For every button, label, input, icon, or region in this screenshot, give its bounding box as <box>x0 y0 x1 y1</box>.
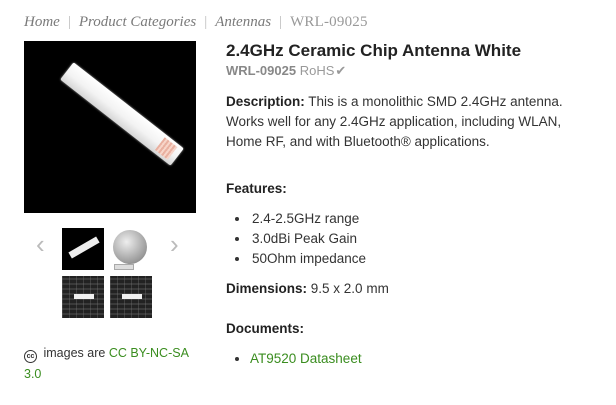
breadcrumb-separator: | <box>204 14 208 30</box>
breadcrumb-home[interactable]: Home <box>24 14 60 30</box>
thumbnail-3[interactable] <box>62 276 104 318</box>
breadcrumb-separator: | <box>279 14 283 30</box>
documents-heading: Documents: <box>226 321 305 336</box>
chip-pad <box>154 137 178 160</box>
dimensions-label: Dimensions: <box>226 281 308 296</box>
thumbnail-chip <box>114 264 134 270</box>
feature-item: 3.0dBi Peak Gain <box>250 229 366 249</box>
sku-line: WRL-09025 RoHS✔ <box>226 63 346 79</box>
thumbnail-next-arrow-icon[interactable]: › <box>170 231 179 257</box>
description-label: Description: <box>226 94 305 109</box>
document-item: AT9520 Datasheet <box>250 349 362 369</box>
license-prefix: images are <box>43 346 106 360</box>
thumbnail-chip <box>122 294 142 299</box>
creative-commons-icon: cc <box>24 350 37 363</box>
thumbnail-2[interactable] <box>110 228 152 270</box>
thumbnail-prev-arrow-icon[interactable]: ‹ <box>36 231 45 257</box>
product-main-image[interactable] <box>24 41 196 213</box>
product-description: Description: This is a monolithic SMD 2.… <box>226 92 598 152</box>
rohs-label: RoHS <box>299 63 335 78</box>
product-sku: WRL-09025 <box>226 63 297 78</box>
dimensions: Dimensions: 9.5 x 2.0 mm <box>226 281 389 296</box>
antenna-chip-illustration <box>60 62 184 166</box>
features-heading: Features: <box>226 181 287 196</box>
product-title: 2.4GHz Ceramic Chip Antenna White <box>226 41 522 60</box>
feature-item: 2.4-2.5GHz range <box>250 209 366 229</box>
coin-illustration <box>113 230 147 264</box>
documents-list: AT9520 Datasheet <box>226 349 362 369</box>
rohs-check-icon: ✔ <box>335 63 347 78</box>
thumbnail-1[interactable] <box>62 228 104 270</box>
thumbnail-chip <box>68 236 100 259</box>
image-license: cc images are CC BY-NC-SA 3.0 <box>24 343 204 385</box>
thumbnail-chip <box>74 294 94 299</box>
feature-item: 50Ohm impedance <box>250 249 366 269</box>
thumbnail-4[interactable] <box>110 276 152 318</box>
breadcrumb-separator: | <box>67 14 71 30</box>
breadcrumb-product-categories[interactable]: Product Categories <box>79 14 196 30</box>
dimensions-value: 9.5 x 2.0 mm <box>310 281 389 296</box>
features-list: 2.4-2.5GHz range 3.0dBi Peak Gain 50Ohm … <box>226 209 366 269</box>
datasheet-link[interactable]: AT9520 Datasheet <box>250 351 362 366</box>
breadcrumb: Home | Product Categories | Antennas | WRL-090… <box>24 14 368 31</box>
breadcrumb-antennas[interactable]: Antennas <box>215 14 271 30</box>
breadcrumb-current: WRL-09025 <box>290 14 368 30</box>
